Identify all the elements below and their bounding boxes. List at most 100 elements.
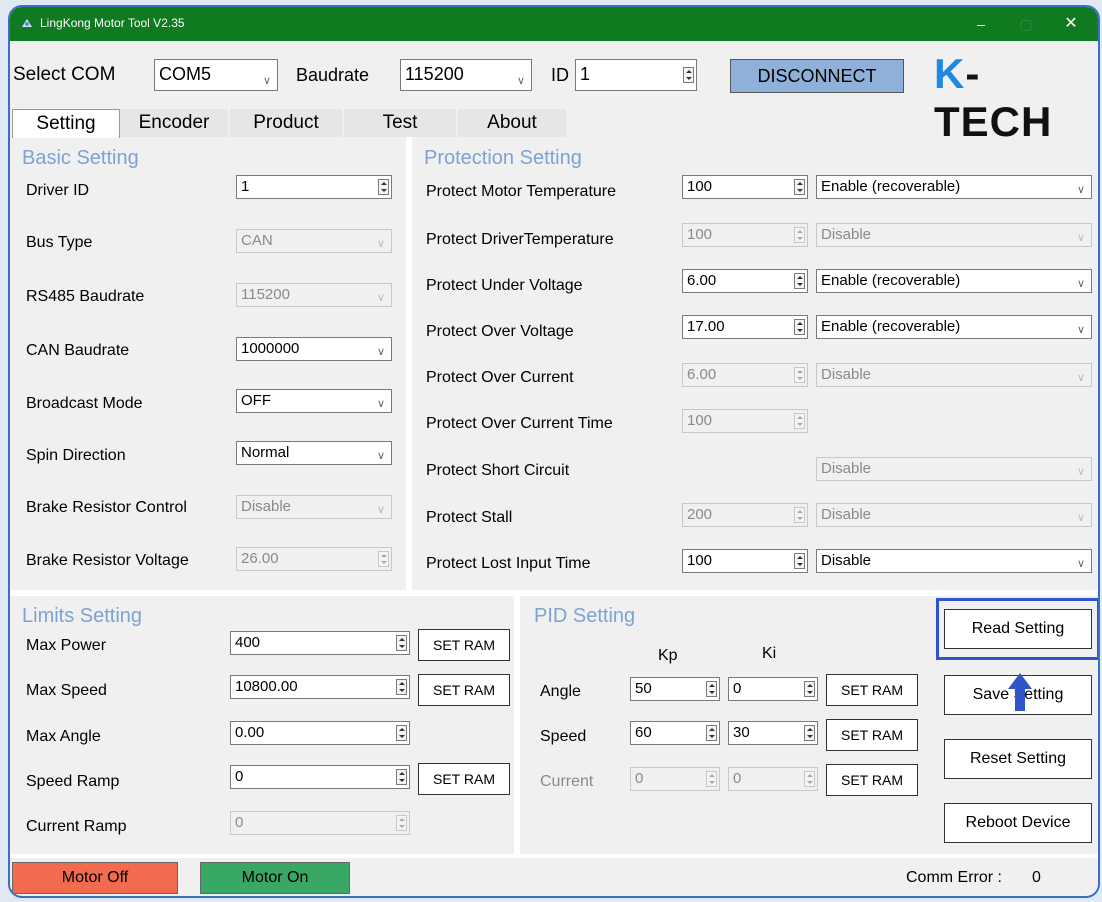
- arrow-up-icon: [1008, 673, 1032, 711]
- protect-driver-temp-field: 100: [682, 223, 808, 247]
- tab-encoder[interactable]: Encoder: [120, 109, 228, 137]
- chevron-down-icon: ∨: [376, 346, 385, 358]
- spin-icon[interactable]: [794, 319, 805, 335]
- current-ramp-label: Current Ramp: [26, 818, 127, 835]
- spin-icon[interactable]: [804, 681, 815, 697]
- pid-angle-kp-field[interactable]: 50: [630, 677, 720, 701]
- protect-lost-input-time-label: Protect Lost Input Time: [426, 555, 591, 572]
- chevron-down-icon: ∨: [376, 450, 385, 462]
- spin-icon[interactable]: [794, 179, 805, 195]
- pid-speed-set-ram-button[interactable]: SET RAM: [826, 719, 918, 751]
- tab-about[interactable]: About: [458, 109, 566, 137]
- pid-angle-set-ram-button[interactable]: SET RAM: [826, 674, 918, 706]
- spin-icon[interactable]: [396, 635, 407, 651]
- protect-stall-label: Protect Stall: [426, 509, 513, 526]
- driver-id-label: Driver ID: [26, 182, 90, 199]
- protect-motor-temp-mode[interactable]: Enable (recoverable) ∨: [816, 175, 1092, 199]
- max-speed-set-ram-button[interactable]: SET RAM: [418, 674, 510, 706]
- pid-angle-ki-field[interactable]: 0: [728, 677, 818, 701]
- chevron-down-icon: ∨: [1076, 324, 1085, 336]
- spin-icon[interactable]: [706, 725, 717, 741]
- disconnect-button[interactable]: DISCONNECT: [730, 59, 904, 93]
- spin-icon: [706, 771, 717, 787]
- broadcast-mode-select[interactable]: OFF ∨: [236, 389, 392, 413]
- tab-product[interactable]: Product: [230, 109, 342, 137]
- app-window: LingKong Motor Tool V2.35 – ▢ ✕ Select C…: [8, 5, 1100, 898]
- com-select[interactable]: COM5 ∨: [154, 59, 278, 91]
- spin-icon: [794, 227, 805, 243]
- protect-lost-input-time-mode[interactable]: Disable ∨: [816, 549, 1092, 573]
- protect-over-voltage-label: Protect Over Voltage: [426, 323, 574, 340]
- close-icon[interactable]: ✕: [1056, 13, 1086, 35]
- spin-icon[interactable]: [804, 725, 815, 741]
- spin-icon: [804, 771, 815, 787]
- max-power-field[interactable]: 400: [230, 631, 410, 655]
- basic-setting-title: Basic Setting: [22, 147, 139, 169]
- protect-short-circuit-label: Protect Short Circuit: [426, 462, 570, 479]
- chevron-down-icon: ∨: [1076, 512, 1085, 524]
- comm-error-label: Comm Error :: [906, 869, 1002, 886]
- id-field[interactable]: 1: [575, 59, 697, 91]
- max-power-set-ram-button[interactable]: SET RAM: [418, 629, 510, 661]
- spin-icon[interactable]: [794, 553, 805, 569]
- spin-icon: [396, 815, 407, 831]
- spin-icon[interactable]: [396, 679, 407, 695]
- spin-icon[interactable]: [378, 179, 389, 195]
- protect-stall-mode: Disable ∨: [816, 503, 1092, 527]
- protect-under-voltage-mode[interactable]: Enable (recoverable) ∨: [816, 269, 1092, 293]
- max-speed-field[interactable]: 10800.00: [230, 675, 410, 699]
- app-icon: [22, 19, 32, 27]
- speed-ramp-field[interactable]: 0: [230, 765, 410, 789]
- chevron-down-icon: ∨: [1076, 278, 1085, 290]
- baudrate-select[interactable]: 115200 ∨: [400, 59, 532, 91]
- protect-over-current-label: Protect Over Current: [426, 369, 574, 386]
- spin-icon: [794, 507, 805, 523]
- spin-icon[interactable]: [706, 681, 717, 697]
- title-bar: LingKong Motor Tool V2.35 – ▢ ✕: [10, 7, 1098, 41]
- speed-ramp-label: Speed Ramp: [26, 773, 120, 790]
- window-title: LingKong Motor Tool V2.35: [40, 16, 185, 30]
- panel-divider: [10, 854, 1098, 858]
- spin-direction-select[interactable]: Normal ∨: [236, 441, 392, 465]
- protect-motor-temp-field[interactable]: 100: [682, 175, 808, 199]
- max-angle-field[interactable]: 0.00: [230, 721, 410, 745]
- rs485-baudrate-select: 115200 ∨: [236, 283, 392, 307]
- minimize-icon[interactable]: –: [966, 13, 996, 35]
- read-setting-button[interactable]: Read Setting: [944, 609, 1092, 649]
- chevron-down-icon: ∨: [1076, 558, 1085, 570]
- can-baudrate-select[interactable]: 1000000 ∨: [236, 337, 392, 361]
- rs485-baudrate-label: RS485 Baudrate: [26, 288, 145, 305]
- motor-off-button[interactable]: Motor Off: [12, 862, 178, 894]
- speed-ramp-set-ram-button[interactable]: SET RAM: [418, 763, 510, 795]
- maximize-icon[interactable]: ▢: [1011, 13, 1041, 35]
- chevron-down-icon: ∨: [376, 292, 385, 304]
- tab-setting[interactable]: Setting: [12, 109, 120, 138]
- spin-icon[interactable]: [683, 67, 694, 83]
- motor-on-button[interactable]: Motor On: [200, 862, 350, 894]
- protect-over-current-mode: Disable ∨: [816, 363, 1092, 387]
- max-angle-label: Max Angle: [26, 728, 101, 745]
- spin-icon[interactable]: [794, 273, 805, 289]
- protect-over-voltage-mode[interactable]: Enable (recoverable) ∨: [816, 315, 1092, 339]
- pid-speed-label: Speed: [540, 728, 587, 745]
- chevron-down-icon: ∨: [376, 398, 385, 410]
- pid-speed-ki-field[interactable]: 30: [728, 721, 818, 745]
- protect-over-voltage-field[interactable]: 17.00: [682, 315, 808, 339]
- tab-test[interactable]: Test: [344, 109, 456, 137]
- spin-icon[interactable]: [396, 725, 407, 741]
- driver-id-field[interactable]: 1: [236, 175, 392, 199]
- pid-current-label: Current: [540, 773, 594, 790]
- protect-under-voltage-field[interactable]: 6.00: [682, 269, 808, 293]
- pid-current-kp-field: 0: [630, 767, 720, 791]
- spin-icon[interactable]: [396, 769, 407, 785]
- pid-current-set-ram-button[interactable]: SET RAM: [826, 764, 918, 796]
- spin-direction-label: Spin Direction: [26, 447, 126, 464]
- protect-lost-input-time-field[interactable]: 100: [682, 549, 808, 573]
- baudrate-label: Baudrate: [296, 65, 370, 85]
- brake-resistor-control-label: Brake Resistor Control: [26, 499, 187, 516]
- reboot-device-button[interactable]: Reboot Device: [944, 803, 1092, 843]
- reset-setting-button[interactable]: Reset Setting: [944, 739, 1092, 779]
- pid-speed-kp-field[interactable]: 60: [630, 721, 720, 745]
- spin-icon: [794, 413, 805, 429]
- spin-icon: [794, 367, 805, 383]
